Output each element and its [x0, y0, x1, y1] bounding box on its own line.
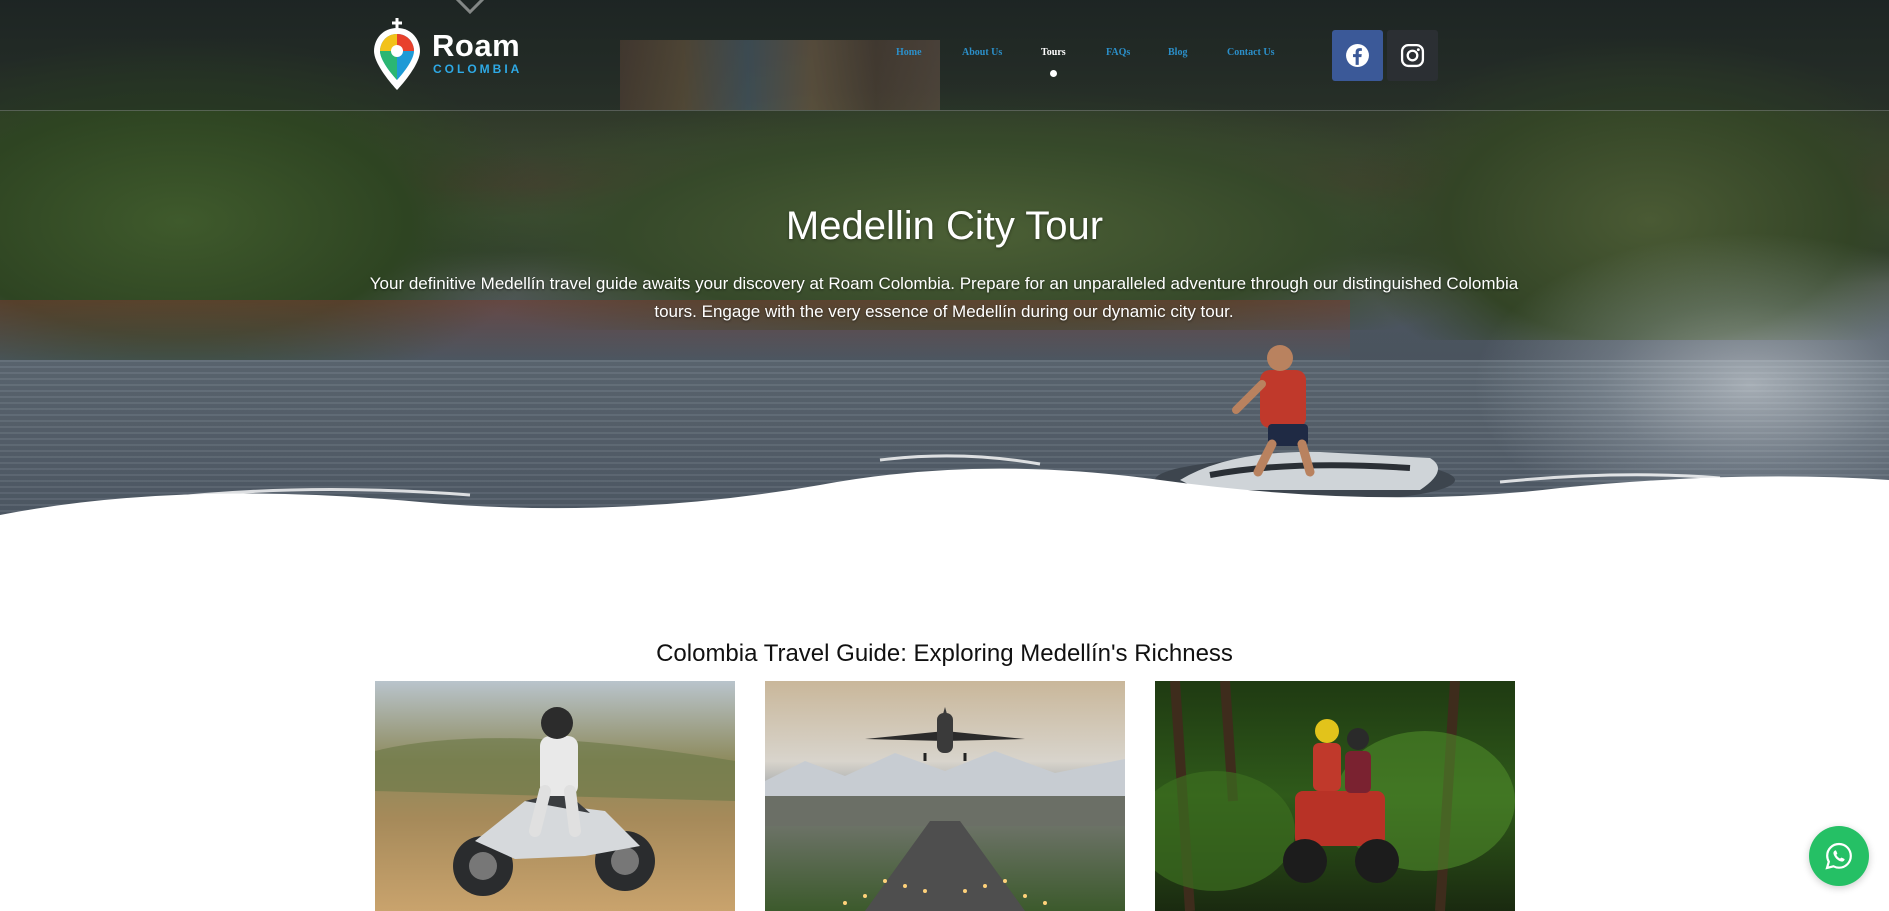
motorcycle-photo — [375, 681, 735, 911]
header-divider — [0, 110, 1889, 111]
nav-active-indicator — [1050, 70, 1057, 77]
instagram-button[interactable] — [1387, 30, 1438, 81]
nav-about-us[interactable]: About Us — [962, 47, 1002, 58]
nav-tours[interactable]: Tours — [1041, 47, 1066, 58]
chevron-down-icon — [455, 0, 485, 15]
airplane-landing-photo — [765, 681, 1125, 911]
atv-forest-photo — [1155, 681, 1515, 911]
nav-blog[interactable]: Blog — [1168, 47, 1187, 58]
whatsapp-chat-button[interactable] — [1809, 826, 1869, 886]
hero-description: Your definitive Medellín travel guide aw… — [369, 274, 1519, 321]
hero-wave-divider — [0, 454, 1889, 545]
facebook-icon — [1346, 44, 1369, 67]
nav-faqs[interactable]: FAQs — [1106, 47, 1130, 58]
tour-card-airport[interactable] — [765, 681, 1125, 911]
nav-contact-us[interactable]: Contact Us — [1227, 47, 1275, 58]
facebook-button[interactable] — [1332, 30, 1383, 81]
nav-home[interactable]: Home — [896, 47, 922, 58]
section-heading: Colombia Travel Guide: Exploring Medellí… — [656, 640, 1233, 667]
whatsapp-icon — [1825, 842, 1852, 870]
instagram-icon — [1400, 43, 1425, 68]
main-navigation: Home About Us Tours FAQs Blog Contact Us — [0, 47, 1889, 67]
tour-card-motorcycle[interactable] — [375, 681, 735, 911]
page-title: Medellin City Tour — [785, 204, 1104, 248]
tour-card-atv[interactable] — [1155, 681, 1515, 911]
